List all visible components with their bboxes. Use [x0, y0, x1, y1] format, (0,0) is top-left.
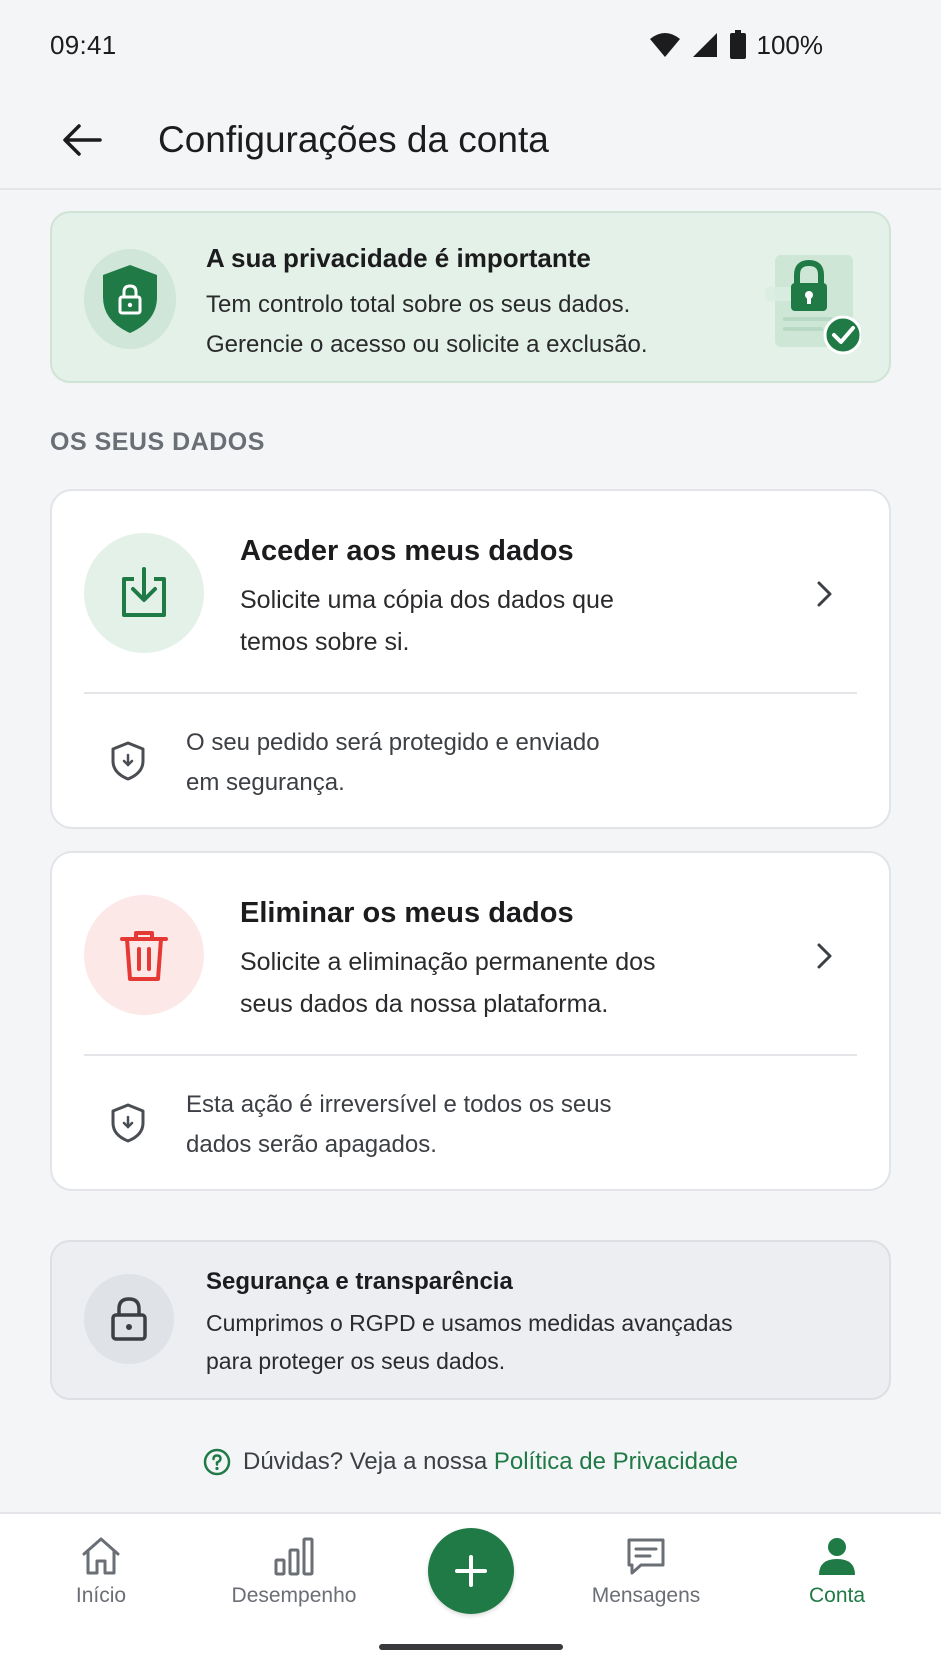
status-time: 09:41	[50, 29, 117, 60]
add-button[interactable]	[428, 1528, 514, 1614]
privacy-banner: A sua privacidade é importante Tem contr…	[50, 211, 891, 383]
status-bar: 09:41 100%	[0, 0, 941, 90]
plus-icon	[455, 1555, 487, 1587]
message-icon	[627, 1538, 665, 1575]
privacy-policy-link[interactable]: Política de Privacidade	[494, 1448, 738, 1475]
document-lock-check-icon	[765, 255, 861, 355]
security-transparency-box: Segurança e transparência Cumprimos o RG…	[50, 1240, 891, 1400]
access-data-card[interactable]: Aceder aos meus dados Solicite uma cópia…	[50, 489, 891, 829]
help-prefix: Dúvidas? Veja a nossa	[243, 1448, 488, 1475]
trash-icon	[120, 931, 168, 981]
section-header: OS SEUS DADOS	[50, 428, 265, 456]
delete-note-line1: Esta ação é irreversível e todos os seus	[186, 1091, 612, 1118]
access-icon-circle	[84, 533, 204, 653]
security-text: Cumprimos o RGPD e usamos medidas avança…	[206, 1304, 826, 1380]
delete-card-title: Eliminar os meus dados	[240, 897, 574, 929]
nav-label-performance: Desempenho	[231, 1584, 357, 1607]
nav-item-account[interactable]: Conta	[762, 1534, 912, 1608]
delete-desc-line1: Solicite a eliminação permanente dos	[240, 948, 656, 976]
page-title: Configurações da conta	[158, 119, 549, 160]
delete-data-card[interactable]: Eliminar os meus dados Solicite a elimin…	[50, 851, 891, 1191]
card-divider	[84, 692, 857, 694]
banner-text-line2: Gerencie o acesso ou solicite a exclusão…	[206, 331, 648, 358]
delete-icon-circle	[84, 895, 204, 1015]
shield-info-icon	[111, 741, 145, 781]
banner-text: Tem controlo total sobre os seus dados. …	[206, 285, 746, 365]
nav-item-messages[interactable]: Mensagens	[571, 1534, 721, 1608]
chevron-right-icon	[817, 581, 832, 607]
back-button[interactable]	[56, 114, 108, 166]
lock-icon	[111, 1297, 147, 1341]
security-icon-circle	[84, 1274, 174, 1364]
security-line1: Cumprimos o RGPD e usamos medidas avança…	[206, 1310, 733, 1336]
arrow-left-icon	[63, 124, 102, 156]
access-desc-line2: temos sobre si.	[240, 628, 410, 656]
bottom-navigation: Início Desempenho Mensagens Conta	[0, 1512, 941, 1672]
nav-item-home[interactable]: Início	[26, 1534, 176, 1608]
shield-lock-icon	[103, 265, 157, 333]
bar-chart-icon	[274, 1537, 314, 1576]
wifi-icon	[649, 33, 680, 57]
security-line2: para proteger os seus dados.	[206, 1348, 506, 1374]
nav-label-home: Início	[75, 1584, 127, 1607]
access-card-title: Aceder aos meus dados	[240, 535, 574, 567]
user-icon	[819, 1538, 855, 1575]
signal-icon	[692, 33, 717, 57]
access-desc-line1: Solicite uma cópia dos dados que	[240, 586, 614, 614]
security-title: Segurança e transparência	[206, 1268, 513, 1295]
nav-item-performance[interactable]: Desempenho	[219, 1534, 369, 1608]
delete-desc-line2: seus dados da nossa plataforma.	[240, 990, 609, 1018]
app-bar: Configurações da conta	[0, 90, 941, 190]
delete-card-description: Solicite a eliminação permanente dos seu…	[240, 941, 760, 1025]
home-icon	[82, 1537, 120, 1575]
help-circle-icon	[203, 1448, 231, 1476]
banner-text-line1: Tem controlo total sobre os seus dados.	[206, 291, 631, 318]
card-divider	[84, 1054, 857, 1056]
access-card-note: O seu pedido será protegido e enviado em…	[186, 723, 706, 803]
help-line: Dúvidas? Veja a nossa Política de Privac…	[0, 1448, 941, 1476]
access-note-line2: em segurança.	[186, 769, 345, 796]
nav-label-account: Conta	[808, 1584, 866, 1607]
banner-shield-container	[84, 249, 176, 349]
help-text: Dúvidas? Veja a nossa Política de Privac…	[243, 1448, 738, 1476]
download-icon	[122, 567, 166, 617]
status-icons: 100%	[649, 29, 824, 61]
access-card-description: Solicite uma cópia dos dados que temos s…	[240, 579, 760, 663]
banner-title: A sua privacidade é importante	[206, 243, 591, 273]
home-indicator[interactable]	[379, 1644, 563, 1650]
chevron-right-icon	[817, 943, 832, 969]
nav-label-messages: Mensagens	[591, 1584, 701, 1607]
shield-info-icon	[111, 1103, 145, 1143]
delete-note-line2: dados serão apagados.	[186, 1131, 437, 1158]
battery-percentage: 100%	[756, 29, 824, 60]
battery-icon	[729, 30, 746, 59]
delete-card-note: Esta ação é irreversível e todos os seus…	[186, 1085, 706, 1165]
access-note-line1: O seu pedido será protegido e enviado	[186, 729, 600, 756]
